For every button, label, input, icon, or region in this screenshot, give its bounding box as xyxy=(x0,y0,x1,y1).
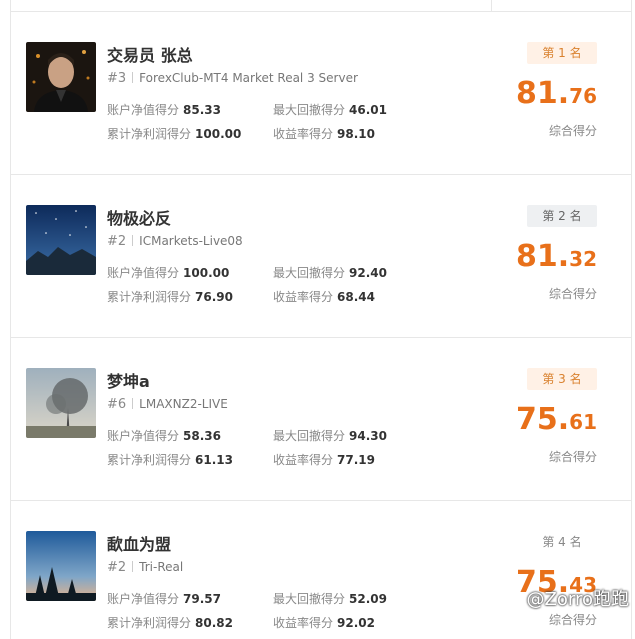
score-decimal: 32 xyxy=(569,247,597,271)
equity-label: 账户净值得分 xyxy=(107,592,180,606)
server-name: Tri-Real xyxy=(139,560,184,574)
equity-value: 58.36 xyxy=(183,429,221,443)
score-integer: 81. xyxy=(516,239,570,274)
separator xyxy=(132,398,134,409)
equity-metric: 账户净值得分 58.36 xyxy=(107,427,221,444)
return-metric: 收益率得分 77.19 xyxy=(273,451,375,468)
score-integer: 81. xyxy=(516,76,570,111)
trader-name[interactable]: 歃血为盟 xyxy=(107,531,171,555)
composite-score: 81.76 xyxy=(477,76,597,111)
profit-value: 80.82 xyxy=(195,616,233,630)
trader-name[interactable]: 物极必反 xyxy=(107,205,171,229)
equity-metric: 账户净值得分 100.00 xyxy=(107,264,229,281)
column-divider xyxy=(491,0,492,11)
composite-score-label: 综合得分 xyxy=(548,450,597,464)
drawdown-value: 52.09 xyxy=(349,592,387,606)
profit-label: 累计净利润得分 xyxy=(107,290,192,304)
equity-metric: 账户净值得分 85.33 xyxy=(107,101,221,118)
profit-label: 累计净利润得分 xyxy=(107,453,192,467)
drawdown-value: 46.01 xyxy=(349,103,387,117)
score-decimal: 76 xyxy=(569,84,597,108)
drawdown-value: 94.30 xyxy=(349,429,387,443)
avatar[interactable] xyxy=(26,368,96,438)
rank-number: #2 xyxy=(107,234,127,249)
drawdown-metric: 最大回撤得分 46.01 xyxy=(273,101,387,118)
rank-number: #3 xyxy=(107,71,127,86)
rank-badge: 第 4 名 xyxy=(542,535,582,549)
return-metric: 收益率得分 68.44 xyxy=(273,288,375,305)
composite-score: 75.61 xyxy=(477,402,597,437)
return-label: 收益率得分 xyxy=(273,616,334,630)
server-line: #3 ForexClub-MT4 Market Real 3 Server xyxy=(107,71,358,86)
trader-card[interactable]: 歃血为盟 #2 Tri-Real 账户净值得分 79.57 最大回撤得分 52.09 … xyxy=(11,501,631,639)
score-integer: 75. xyxy=(516,402,570,437)
profit-metric: 累计净利润得分 80.82 xyxy=(107,614,233,631)
trader-card[interactable]: 交易员 张总 #3 ForexClub-MT4 Market Real 3 Ser… xyxy=(11,12,631,175)
rank-badge: 第 2 名 xyxy=(527,205,597,227)
return-label: 收益率得分 xyxy=(273,127,334,141)
return-value: 92.02 xyxy=(337,616,375,630)
return-label: 收益率得分 xyxy=(273,290,334,304)
server-name: ICMarkets-Live08 xyxy=(139,234,243,248)
ranking-list: 交易员 张总 #3 ForexClub-MT4 Market Real 3 Ser… xyxy=(10,0,632,639)
score-decimal: 61 xyxy=(569,410,597,434)
rank-badge: 第 1 名 xyxy=(527,42,597,64)
server-line: #6 LMAXNZ2-LIVE xyxy=(107,397,228,412)
server-name: ForexClub-MT4 Market Real 3 Server xyxy=(139,71,358,85)
trader-name[interactable]: 交易员 张总 xyxy=(107,42,193,66)
drawdown-label: 最大回撤得分 xyxy=(273,592,346,606)
return-metric: 收益率得分 98.10 xyxy=(273,125,375,142)
server-line: #2 Tri-Real xyxy=(107,560,183,575)
trader-card[interactable]: 梦坤a #6 LMAXNZ2-LIVE 账户净值得分 58.36 最大回撤得分 94.… xyxy=(11,338,631,501)
trader-name[interactable]: 梦坤a xyxy=(107,368,150,392)
drawdown-metric: 最大回撤得分 52.09 xyxy=(273,590,387,607)
return-value: 98.10 xyxy=(337,127,375,141)
avatar[interactable] xyxy=(26,531,96,601)
avatar[interactable] xyxy=(26,205,96,275)
server-line: #2 ICMarkets-Live08 xyxy=(107,234,243,249)
equity-label: 账户净值得分 xyxy=(107,266,180,280)
equity-value: 85.33 xyxy=(183,103,221,117)
drawdown-metric: 最大回撤得分 92.40 xyxy=(273,264,387,281)
profit-label: 累计净利润得分 xyxy=(107,616,192,630)
profit-label: 累计净利润得分 xyxy=(107,127,192,141)
server-name: LMAXNZ2-LIVE xyxy=(139,397,228,411)
separator xyxy=(132,235,134,246)
separator xyxy=(132,72,134,83)
rank-number: #2 xyxy=(107,560,127,575)
equity-metric: 账户净值得分 79.57 xyxy=(107,590,221,607)
composite-score-label: 综合得分 xyxy=(548,287,597,301)
profit-value: 76.90 xyxy=(195,290,233,304)
trader-card[interactable]: 物极必反 #2 ICMarkets-Live08 账户净值得分 100.00 最大回… xyxy=(11,175,631,338)
profit-metric: 累计净利润得分 76.90 xyxy=(107,288,233,305)
equity-value: 79.57 xyxy=(183,592,221,606)
return-label: 收益率得分 xyxy=(273,453,334,467)
profit-metric: 累计净利润得分 61.13 xyxy=(107,451,233,468)
avatar[interactable] xyxy=(26,42,96,112)
profit-value: 61.13 xyxy=(195,453,233,467)
previous-card-stub xyxy=(11,0,631,12)
profit-value: 100.00 xyxy=(195,127,242,141)
rank-badge: 第 3 名 xyxy=(527,368,597,390)
equity-value: 100.00 xyxy=(183,266,230,280)
composite-score-label: 综合得分 xyxy=(548,613,597,627)
return-metric: 收益率得分 92.02 xyxy=(273,614,375,631)
rank-number: #6 xyxy=(107,397,127,412)
equity-label: 账户净值得分 xyxy=(107,429,180,443)
profit-metric: 累计净利润得分 100.00 xyxy=(107,125,241,142)
drawdown-label: 最大回撤得分 xyxy=(273,266,346,280)
return-value: 68.44 xyxy=(337,290,375,304)
equity-label: 账户净值得分 xyxy=(107,103,180,117)
composite-score-label: 综合得分 xyxy=(548,124,597,138)
drawdown-metric: 最大回撤得分 94.30 xyxy=(273,427,387,444)
drawdown-value: 92.40 xyxy=(349,266,387,280)
drawdown-label: 最大回撤得分 xyxy=(273,429,346,443)
separator xyxy=(132,561,134,572)
watermark: @Zorro跑跑 xyxy=(526,589,629,610)
return-value: 77.19 xyxy=(337,453,375,467)
composite-score: 81.32 xyxy=(477,239,597,274)
drawdown-label: 最大回撤得分 xyxy=(273,103,346,117)
